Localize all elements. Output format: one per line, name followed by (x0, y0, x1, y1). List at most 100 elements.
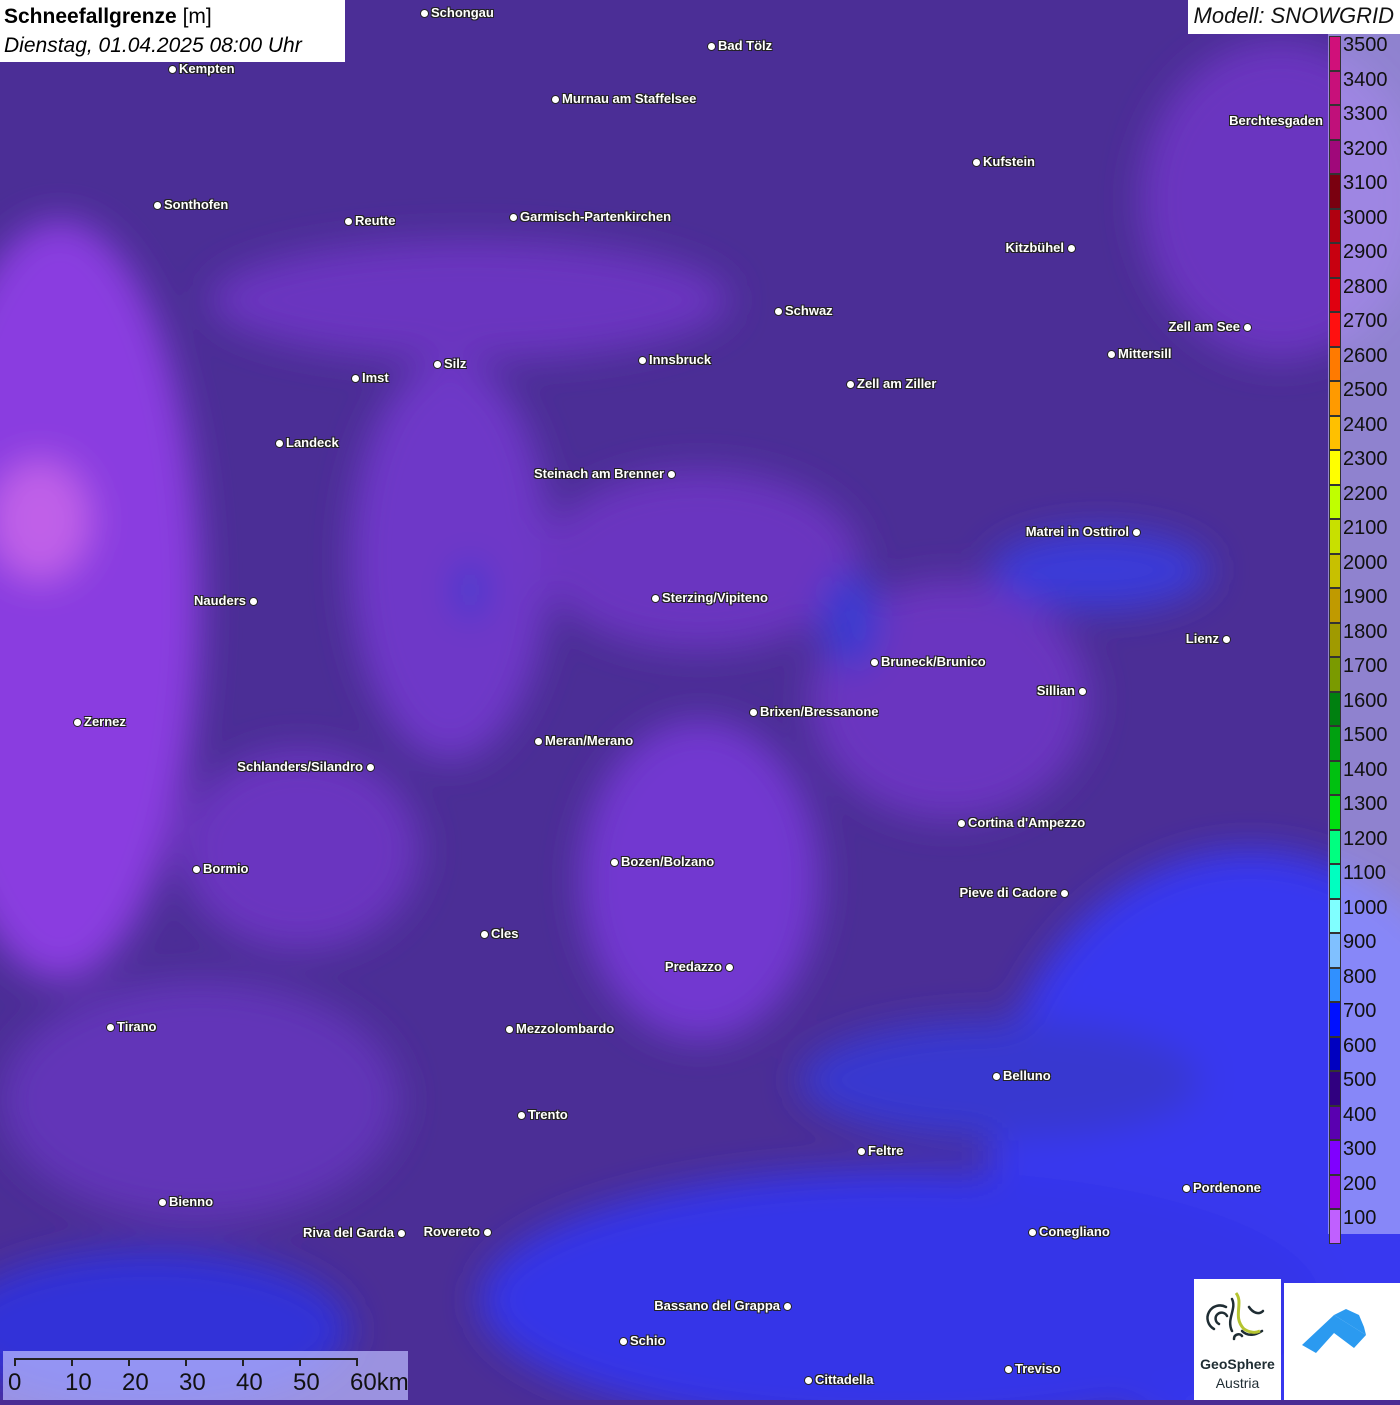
legend-swatch (1329, 657, 1341, 692)
legend-swatch (1329, 864, 1341, 899)
legend-value: 800 (1343, 965, 1377, 988)
legend-entry: 2600 (1329, 345, 1400, 381)
city-label: Silz (444, 356, 467, 371)
city-label: Schlanders/Silandro (237, 759, 363, 774)
city-dot-icon (366, 763, 375, 772)
city-label: Bad Tölz (718, 38, 773, 53)
scale-label: 20 (122, 1369, 149, 1396)
legend-swatch (1329, 726, 1341, 761)
legend-swatch (1329, 967, 1341, 1002)
city-label: Brixen/Bressanone (760, 704, 879, 719)
legend-entry: 1700 (1329, 655, 1400, 692)
city-label: Conegliano (1039, 1224, 1110, 1239)
city-label: Rovereto (423, 1224, 480, 1239)
city-dot-icon (344, 217, 353, 226)
city-dot-icon (1107, 350, 1116, 359)
city-dot-icon (1222, 635, 1231, 644)
scale-tick (356, 1358, 358, 1366)
legend-swatch (1329, 277, 1341, 312)
city-label: Treviso (1015, 1361, 1061, 1376)
legend-value: 2200 (1343, 482, 1388, 505)
scale-label: 30 (179, 1369, 206, 1396)
city-dot-icon (972, 158, 981, 167)
geosphere-austria-logo[interactable]: GeoSphere Austria (1194, 1279, 1281, 1400)
city-label: Feltre (868, 1143, 904, 1158)
legend-entry: 1300 (1329, 793, 1400, 830)
city-dot-icon (420, 9, 429, 18)
city-label: Garmisch-Partenkirchen (520, 209, 672, 224)
legend-swatch (1329, 1002, 1341, 1037)
legend-swatch (1329, 346, 1341, 381)
city-label: Innsbruck (649, 352, 712, 367)
city-dot-icon (168, 65, 177, 74)
city-dot-icon (638, 356, 647, 365)
legend-swatch (1329, 1174, 1341, 1209)
scale-label: 60km (350, 1369, 409, 1396)
legend-entry: 100 (1329, 1207, 1400, 1244)
legend-entry: 1500 (1329, 724, 1400, 761)
city-dot-icon (106, 1023, 115, 1032)
legend-value: 2100 (1343, 517, 1388, 539)
city-label: Zell am Ziller (857, 376, 937, 391)
legend-entry: 1800 (1329, 621, 1400, 657)
legend-value: 3200 (1343, 137, 1388, 160)
legend-entry: 1900 (1329, 586, 1400, 623)
title-text: Schneefallgrenze (4, 5, 177, 28)
legend-entry: 2900 (1329, 241, 1400, 278)
city-label: Murnau am Staffelsee (562, 91, 697, 106)
city-label: Belluno (1003, 1068, 1051, 1083)
legend-swatch (1329, 139, 1341, 174)
city-label: Berchtesgaden (1229, 113, 1323, 128)
city-label: Tirano (117, 1019, 157, 1034)
legend-entry: 2300 (1329, 448, 1400, 485)
city-label: Cittadella (815, 1372, 874, 1387)
legend-value: 100 (1343, 1207, 1377, 1229)
legend-swatch (1329, 553, 1341, 588)
legend-value: 2000 (1343, 551, 1388, 574)
city-dot-icon (992, 1072, 1001, 1081)
legend-entry: 3200 (1329, 137, 1400, 174)
city-label: Mittersill (1118, 346, 1172, 361)
city-dot-icon (804, 1376, 813, 1385)
legend-value: 200 (1343, 1172, 1377, 1195)
city-dot-icon (1182, 1184, 1191, 1193)
legend-entry: 800 (1329, 965, 1400, 1002)
legend-value: 1900 (1343, 586, 1388, 608)
legend-value: 3000 (1343, 206, 1388, 229)
legend-value: 1600 (1343, 689, 1388, 712)
city-dot-icon (707, 42, 716, 51)
legend-value: 2700 (1343, 310, 1388, 332)
legend-value: 300 (1343, 1138, 1377, 1160)
city-dot-icon (153, 201, 162, 210)
legend-value: 3100 (1343, 172, 1388, 194)
city-dot-icon (249, 597, 258, 606)
legend-value: 1400 (1343, 758, 1388, 781)
legend-value: 2400 (1343, 413, 1388, 436)
city-dot-icon (651, 594, 660, 603)
city-label: Trento (528, 1107, 568, 1122)
city-dot-icon (397, 1229, 406, 1238)
city-label: Kufstein (983, 154, 1035, 169)
legend-entry: 600 (1329, 1035, 1400, 1071)
color-legend: 3500 3400 3300 3200 3100 3000 2900 2800 2700 2600… (1329, 34, 1400, 1244)
legend-swatch (1329, 312, 1341, 347)
scale-label: 0 (8, 1369, 22, 1396)
scale-label: 50 (293, 1369, 320, 1396)
legend-value: 2300 (1343, 448, 1388, 470)
city-dot-icon (774, 307, 783, 316)
legend-entry: 2100 (1329, 517, 1400, 554)
snowgrid-logo[interactable] (1284, 1283, 1400, 1400)
legend-swatch (1329, 70, 1341, 105)
legend-swatch (1329, 933, 1341, 968)
legend-value: 1100 (1343, 862, 1387, 884)
legend-swatch (1329, 36, 1341, 71)
legend-swatch (1329, 760, 1341, 795)
city-dot-icon (534, 737, 543, 746)
city-dot-icon (846, 380, 855, 389)
model-label: Modell: SNOWGRID (1187, 0, 1400, 34)
scale-tick (299, 1358, 301, 1366)
city-label: Bozen/Bolzano (621, 854, 715, 869)
city-label: Landeck (286, 435, 339, 450)
legend-swatch (1329, 898, 1341, 933)
legend-swatch (1329, 484, 1341, 519)
